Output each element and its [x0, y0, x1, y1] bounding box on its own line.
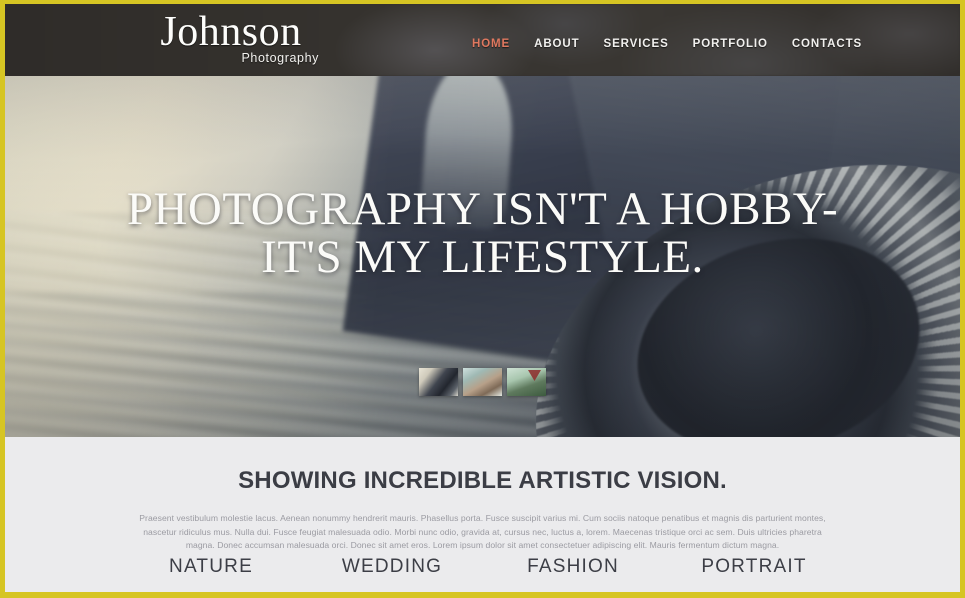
slide-thumbnail-3[interactable]: [507, 368, 546, 396]
page-frame: Johnson Photography HOME ABOUT SERVICES …: [0, 0, 965, 598]
category-item-wedding[interactable]: WEDDING: [302, 556, 483, 578]
category-list: NATURE WEDDING FASHION PORTRAIT: [5, 556, 960, 578]
category-item-nature[interactable]: NATURE: [121, 556, 302, 578]
section-paragraph: Praesent vestibulum molestie lacus. Aene…: [139, 513, 826, 550]
section-heading: SHOWING INCREDIBLE ARTISTIC VISION.: [238, 467, 727, 494]
slide-thumbnail-1[interactable]: [419, 368, 458, 396]
category-item-portrait[interactable]: PORTRAIT: [664, 556, 845, 578]
hero-slider: PHOTOGRAPHY ISN'T A HOBBY- IT'S MY LIFES…: [5, 76, 960, 437]
page-inner: Johnson Photography HOME ABOUT SERVICES …: [5, 4, 960, 592]
nav-item-home[interactable]: HOME: [460, 36, 522, 52]
nav-item-contacts[interactable]: CONTACTS: [780, 36, 874, 52]
hero-caption: PHOTOGRAPHY ISN'T A HOBBY- IT'S MY LIFES…: [5, 183, 960, 283]
site-header: Johnson Photography HOME ABOUT SERVICES …: [5, 4, 960, 76]
slide-thumbnail-2[interactable]: [463, 368, 502, 396]
header-row: Johnson Photography HOME ABOUT SERVICES …: [5, 4, 960, 76]
category-item-fashion[interactable]: FASHION: [483, 556, 664, 578]
nav-item-services[interactable]: SERVICES: [592, 36, 681, 52]
nav-item-about[interactable]: ABOUT: [522, 36, 591, 52]
logo-brand-name: Johnson: [160, 9, 302, 55]
nav-item-portfolio[interactable]: PORTFOLIO: [681, 36, 780, 52]
hero-caption-line-2: IT'S MY LIFESTYLE.: [261, 230, 704, 283]
hero-caption-line-1: PHOTOGRAPHY ISN'T A HOBBY-: [126, 183, 839, 235]
content-section: SHOWING INCREDIBLE ARTISTIC VISION. Prae…: [5, 437, 960, 592]
site-logo[interactable]: Johnson Photography: [131, 11, 331, 64]
main-navigation: HOME ABOUT SERVICES PORTFOLIO CONTACTS: [460, 36, 874, 52]
hero-slider-pagination: [5, 368, 960, 396]
